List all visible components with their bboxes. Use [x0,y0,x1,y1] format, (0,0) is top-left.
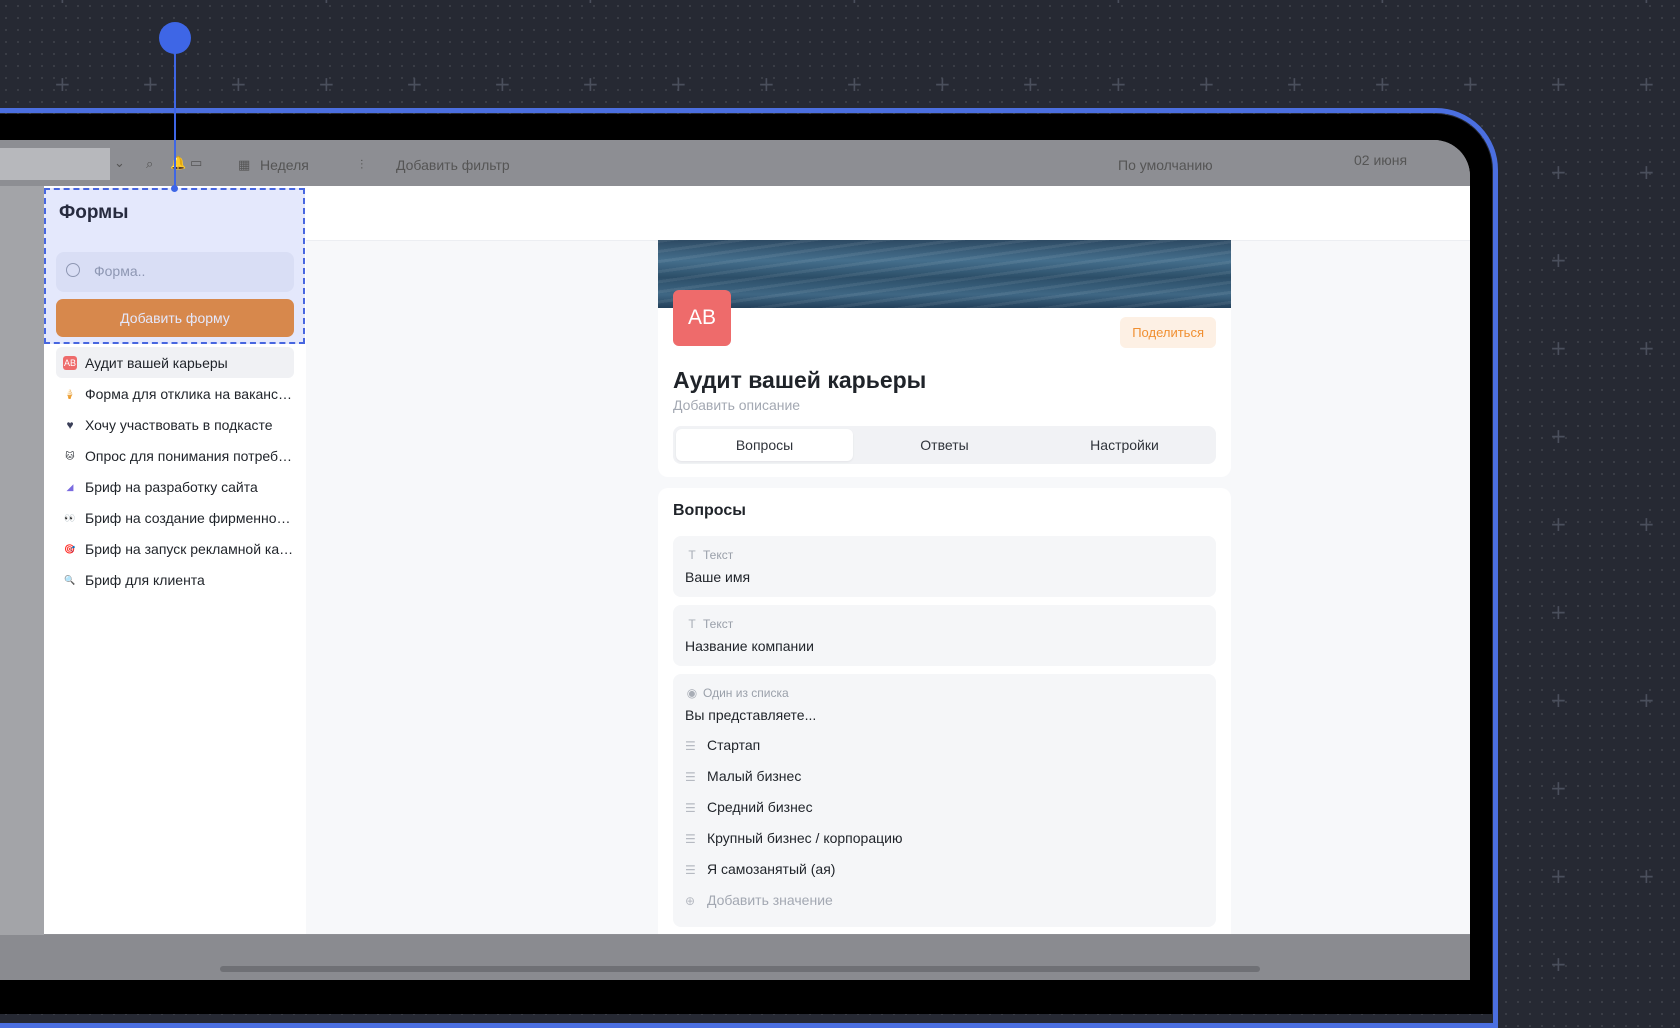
question-item[interactable]: T Текст Название компании [673,605,1216,666]
heart-icon: ♥ [66,417,74,432]
radio-type-icon: ◉ [686,686,698,700]
callout-anchor [171,185,178,192]
questions-card: Вопросы T Текст Ваше имя T Текст Название … [658,488,1231,934]
form-item-label: Опрос для понимания потребностей [85,447,294,464]
callout-marker [159,22,191,54]
background-bottom-bar [0,935,1470,980]
forms-modal: Формы Добавить форму AB Аудит вашей карь… [44,186,1470,934]
form-list-item[interactable]: 🔍 Бриф для клиента [56,564,294,595]
drag-handle-icon[interactable]: ☰ [685,832,699,846]
form-item-label: Бриф на разработку сайта [85,478,258,495]
sort-select[interactable]: По умолчанию [1118,157,1213,173]
rocket-icon: ◢ [66,481,74,492]
question-type-label: Текст [703,548,734,562]
panel-icon: ▭ [190,155,203,170]
question-type: T Текст [685,617,733,631]
tab-settings[interactable]: Настройки [1036,429,1213,461]
calendar-view-icon: ▦ [238,157,251,172]
background-toolbar: ⌄ ⌕ 🔔 ▭ ▦ Неделя ⫶ Добавить фильтр По ум… [0,140,1470,186]
form-tabs: Вопросы Ответы Настройки [673,426,1216,464]
question-label: Вы представляете... [685,707,817,723]
tab-answers[interactable]: Ответы [856,429,1033,461]
forms-sidebar: Формы Добавить форму AB Аудит вашей карь… [44,186,307,934]
add-filter-button[interactable]: Добавить фильтр [396,157,510,173]
form-avatar[interactable]: AB [673,290,731,346]
question-item[interactable]: ◉ Один из списка Вы представляете... ☰ Ста… [673,674,1216,927]
text-type-icon: T [688,617,696,631]
background-sidebar [0,186,44,980]
option-item[interactable]: ☰ Стартап [685,737,760,753]
text-type-icon: T [688,548,696,562]
forms-list: AB Аудит вашей карьеры 🍦 Форма для откли… [56,347,294,595]
question-label: Название компании [685,638,814,654]
ice-cream-icon: 🍦 [64,388,76,399]
selection-highlight [44,188,305,344]
filter-icon: ⫶ [360,157,364,172]
form-list-item[interactable]: 🐱 Опрос для понимания потребностей [56,440,294,471]
plus-circle-icon: ⊕ [685,894,696,908]
option-item[interactable]: ☰ Средний бизнес [685,799,813,815]
target-icon: 🎯 [64,543,76,554]
drag-handle-icon[interactable]: ☰ [685,770,699,784]
form-title[interactable]: Аудит вашей карьеры [673,367,926,394]
form-list-item[interactable]: 🍦 Форма для отклика на вакансию [56,378,294,409]
magnifier-icon: 🔍 [64,574,76,585]
view-select[interactable]: Неделя [260,157,309,173]
drag-handle-icon[interactable]: ☰ [685,739,699,753]
form-avatar-icon: AB [63,355,77,370]
option-item[interactable]: ☰ Я самозанятый (ая) [685,861,835,877]
drag-handle-icon[interactable]: ☰ [685,801,699,815]
question-type-label: Один из списка [703,686,789,700]
option-item[interactable]: ☰ Малый бизнес [685,768,801,784]
question-type: T Текст [685,548,733,562]
form-editor: AB Поделиться Аудит вашей карьеры Добави… [306,186,1470,934]
question-type-label: Текст [703,617,734,631]
questions-heading: Вопросы [673,502,746,519]
option-label: Я самозанятый (ая) [707,861,836,877]
chevron-down-icon: ⌄ [114,155,125,170]
share-button[interactable]: Поделиться [1120,317,1216,348]
form-list-item[interactable]: 🎯 Бриф на запуск рекламной кампании [56,533,294,564]
drag-handle-icon[interactable]: ☰ [685,863,699,877]
cat-icon: 🐱 [65,450,75,461]
form-list-item[interactable]: ◢ Бриф на разработку сайта [56,471,294,502]
question-type: ◉ Один из списка [685,686,789,700]
eyes-icon: 👀 [64,512,76,523]
option-item[interactable]: ☰ Крупный бизнес / корпорацию [685,830,902,846]
option-label: Стартап [707,737,761,753]
callout-line [174,52,176,189]
form-item-label: Аудит вашей карьеры [85,354,228,371]
form-item-label: Бриф на запуск рекламной кампании [85,540,294,557]
bell-icon: 🔔 [170,155,187,170]
search-icon: ⌕ [146,156,154,171]
background-scrollbar[interactable] [220,966,1260,972]
question-label: Ваше имя [685,569,751,585]
editor-header [306,186,1470,241]
form-list-item[interactable]: ♥ Хочу участвовать в подкасте [56,409,294,440]
option-label: Малый бизнес [707,768,802,784]
question-item[interactable]: T Текст Ваше имя [673,536,1216,597]
background-logo [0,148,110,180]
form-item-label: Бриф на создание фирменного стиля [85,509,294,526]
form-description-placeholder[interactable]: Добавить описание [673,397,800,413]
add-option-label: Добавить значение [707,892,833,908]
form-item-label: Бриф для клиента [85,571,205,588]
form-item-label: Хочу участвовать в подкасте [85,416,273,433]
form-cover-image[interactable] [658,240,1231,308]
date-label: 02 июня [1354,152,1408,168]
form-item-label: Форма для отклика на вакансию [85,385,294,402]
tab-questions[interactable]: Вопросы [676,429,853,461]
option-label: Средний бизнес [707,799,813,815]
form-header-card: AB Поделиться Аудит вашей карьеры Добави… [658,240,1231,477]
form-list-item[interactable]: 👀 Бриф на создание фирменного стиля [56,502,294,533]
add-option-button[interactable]: ⊕ Добавить значение [685,892,833,908]
form-list-item[interactable]: AB Аудит вашей карьеры [56,347,294,378]
option-label: Крупный бизнес / корпорацию [707,830,903,846]
